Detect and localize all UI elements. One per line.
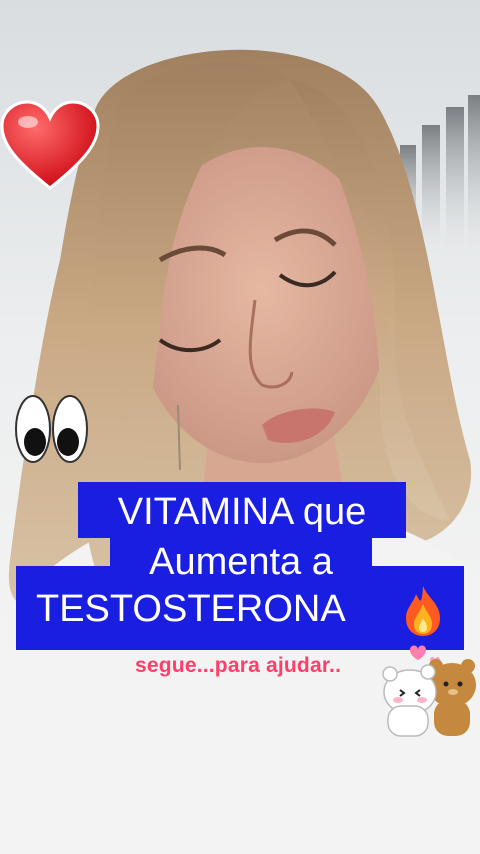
follow-text: segue...para ajudar.. <box>135 654 342 677</box>
eyes-icon <box>15 395 88 463</box>
hugging-bears-icon <box>382 645 476 737</box>
video-frame[interactable]: TESTOSTERONA VITAMINA que Aumenta a segu… <box>0 0 480 854</box>
heart-icon <box>0 100 100 190</box>
